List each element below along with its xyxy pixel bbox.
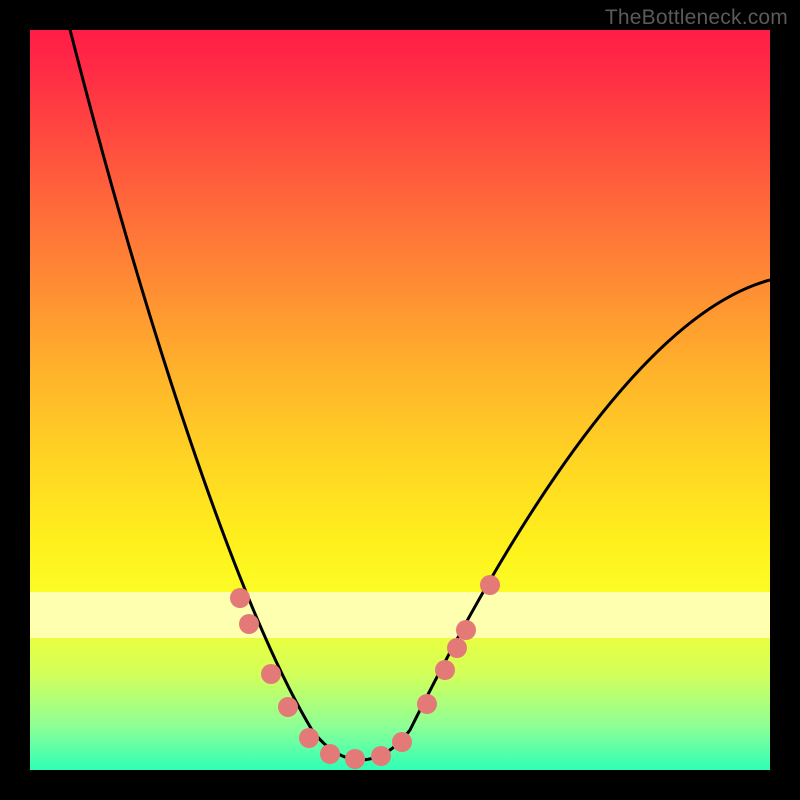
data-dot — [230, 588, 250, 608]
chart-frame: TheBottleneck.com — [0, 0, 800, 800]
watermark-text: TheBottleneck.com — [605, 6, 788, 30]
data-dot — [278, 697, 298, 717]
bottleneck-curve — [60, 30, 770, 760]
dots-group — [230, 575, 500, 769]
data-dot — [371, 746, 391, 766]
data-dot — [447, 638, 467, 658]
data-dot — [261, 664, 281, 684]
data-dot — [480, 575, 500, 595]
data-dot — [345, 749, 365, 769]
data-dot — [239, 614, 259, 634]
data-dot — [392, 732, 412, 752]
data-dot — [299, 728, 319, 748]
curve-layer — [30, 30, 770, 770]
data-dot — [320, 744, 340, 764]
data-dot — [435, 660, 455, 680]
data-dot — [456, 620, 476, 640]
plot-area — [30, 30, 770, 770]
data-dot — [417, 694, 437, 714]
